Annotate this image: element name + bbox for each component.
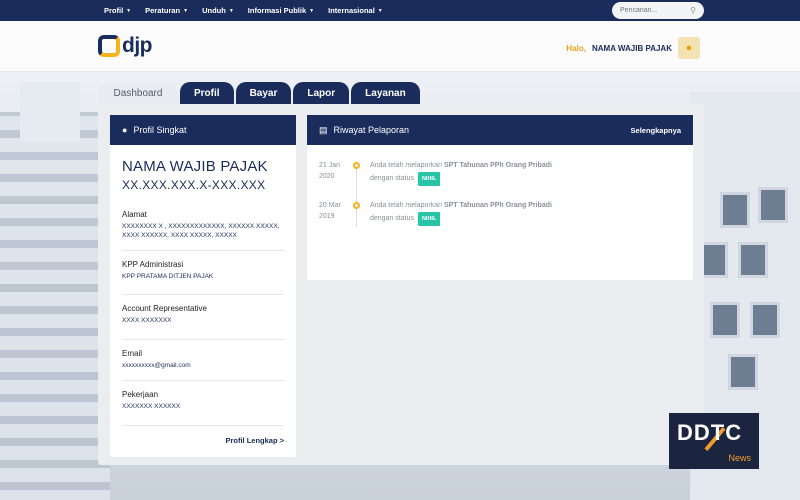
field-label: Alamat (122, 210, 147, 219)
search-box: ⚲ (612, 2, 704, 19)
status-badge: NIHIL (417, 172, 441, 186)
window (750, 302, 780, 338)
nav-label: Internasional (328, 6, 375, 15)
field-alamat: Alamat XXXXXXXX X , XXXXXXXXXXXXX, XXXXX… (110, 210, 296, 240)
timeline-text-post: dengan status (370, 215, 414, 222)
tab-bayar[interactable]: Bayar (235, 82, 292, 104)
report-card-header: ▤ Riwayat Pelaporan Selengkapnya (307, 115, 693, 145)
caret-down-icon: ▼ (377, 7, 383, 14)
djp-logo[interactable]: djp (98, 34, 153, 58)
timeline-text-bold: SPT Tahunan PPh Orang Pribadi (443, 202, 552, 209)
building-left (0, 112, 110, 500)
report-history-card: ▤ Riwayat Pelaporan Selengkapnya 21 Jan … (307, 115, 693, 280)
field-value: XXXXXXX XXXXXX (122, 403, 181, 410)
divider (122, 380, 284, 381)
user-avatar-icon[interactable]: ● (678, 37, 700, 59)
profile-card-header: ● Profil Singkat (110, 115, 296, 145)
nav-item-internasional[interactable]: Internasional ▼ (328, 6, 383, 15)
search-icon[interactable]: ⚲ (690, 6, 696, 15)
caret-down-icon: ▼ (183, 7, 189, 14)
tab-dashboard[interactable]: Dashboard (98, 82, 178, 104)
ddtc-news-watermark: DDTC News (669, 413, 759, 469)
npwp-number: XX.XXX.XXX.X-XXX.XXX (122, 178, 266, 192)
selengkapnya-link[interactable]: Selengkapnya (631, 126, 681, 135)
status-badge: NIHIL (417, 212, 441, 226)
header: djp Halo, NAMA WAJIB PAJAK ● (0, 21, 800, 72)
divider (122, 294, 284, 295)
caret-down-icon: ▼ (309, 7, 315, 14)
field-label: Pekerjaan (122, 390, 159, 399)
nav-item-profil[interactable]: Profil ▼ (104, 6, 131, 15)
field-value: xxxxxxxxxx@gmail.com (122, 362, 191, 369)
user-name[interactable]: NAMA WAJIB PAJAK (592, 44, 672, 53)
field-label: Account Representative (122, 304, 207, 313)
building-left-top (20, 82, 80, 142)
window (710, 302, 740, 338)
report-timeline: 21 Jan 2020 Anda telah melaporkan SPT Ta… (307, 145, 693, 227)
caret-down-icon: ▼ (126, 7, 132, 14)
timeline-date: 20 Mar 2019 (319, 202, 341, 220)
nav-label: Peraturan (145, 6, 181, 15)
timeline-dot-icon (353, 202, 360, 209)
nav-label: Profil (104, 6, 124, 15)
timeline-dot-icon (353, 162, 360, 169)
nav-item-unduh[interactable]: Unduh ▼ (202, 6, 234, 15)
watermark-brand: DDTC (677, 420, 743, 445)
timeline-item: 21 Jan 2020 Anda telah melaporkan SPT Ta… (319, 160, 681, 186)
profil-lengkap-link[interactable]: Profil Lengkap > (225, 436, 284, 445)
field-email: Email xxxxxxxxxx@gmail.com (110, 349, 296, 370)
window (758, 187, 788, 223)
top-navbar: Profil ▼ Peraturan ▼ Unduh ▼ Informasi Publ… (0, 0, 800, 21)
report-card-title: Riwayat Pelaporan (333, 125, 410, 135)
timeline-text-bold: SPT Tahunan PPh Orang Pribadi (443, 162, 552, 169)
window (720, 192, 750, 228)
watermark-sub: News (728, 453, 751, 463)
window (738, 242, 768, 278)
timeline-text-pre: Anda telah melaporkan (370, 162, 444, 169)
divider (122, 250, 284, 251)
field-value: XXXXXXXX X , XXXXXXXXXXXXX, XXXXXX XXXXX… (122, 223, 280, 239)
nav-label: Informasi Publik (247, 6, 307, 15)
field-account-representative: Account Representative XXXX XXXXXXX (110, 304, 296, 325)
field-value: KPP PRATAMA DITJEN PAJAK (122, 273, 214, 280)
logo-mark-icon (98, 35, 120, 57)
timeline-date: 21 Jan 2020 (319, 162, 341, 180)
divider (122, 339, 284, 340)
timeline-item: 20 Mar 2019 Anda telah melaporkan SPT Ta… (319, 200, 681, 226)
field-kpp: KPP Administrasi KPP PRATAMA DITJEN PAJA… (110, 260, 296, 281)
greeting-label: Halo, (566, 43, 586, 53)
timeline-text-pre: Anda telah melaporkan (370, 202, 444, 209)
timeline-text-post: dengan status (370, 175, 414, 182)
main-tabs: Dashboard Profil Bayar Lapor Layanan (98, 82, 420, 104)
user-icon: ● (122, 125, 128, 135)
nav-item-peraturan[interactable]: Peraturan ▼ (145, 6, 188, 15)
timeline-text: Anda telah melaporkan SPT Tahunan PPh Or… (370, 160, 552, 186)
user-greeting: Halo, NAMA WAJIB PAJAK ● (566, 37, 700, 59)
window (728, 354, 758, 390)
taxpayer-name: NAMA WAJIB PAJAK (122, 158, 268, 175)
field-label: KPP Administrasi (122, 260, 184, 269)
nav-label: Unduh (202, 6, 226, 15)
field-label: Email (122, 349, 143, 358)
caret-down-icon: ▼ (228, 7, 234, 14)
tab-layanan[interactable]: Layanan (351, 82, 420, 104)
logo-text: djp (122, 34, 153, 57)
nav-item-informasi-publik[interactable]: Informasi Publik ▼ (248, 6, 314, 15)
document-icon: ▤ (319, 124, 328, 135)
profile-card: ● Profil Singkat NAMA WAJIB PAJAK XX.XXX… (110, 115, 296, 457)
tab-profil[interactable]: Profil (180, 82, 234, 104)
field-value: XXXX XXXXXXX (122, 317, 172, 324)
timeline-text: Anda telah melaporkan SPT Tahunan PPh Or… (370, 200, 552, 226)
tab-lapor[interactable]: Lapor (293, 82, 350, 104)
divider (122, 425, 284, 426)
profile-card-title: Profil Singkat (133, 125, 187, 135)
search-input[interactable] (620, 7, 682, 14)
field-pekerjaan: Pekerjaan XXXXXXX XXXXXX (110, 390, 296, 411)
